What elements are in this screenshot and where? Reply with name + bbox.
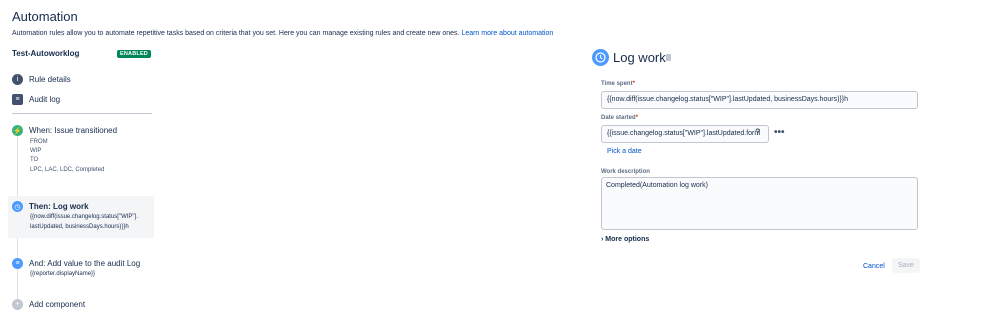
timeline-line-3 xyxy=(17,269,18,300)
learn-more-link[interactable]: Learn more about automation xyxy=(461,30,553,37)
date-started-label-text: Date started xyxy=(601,115,636,121)
timeline-line-1 xyxy=(17,136,18,199)
and-title: And: Add value to the audit Log xyxy=(29,259,141,268)
status-badge: ENABLED xyxy=(117,50,151,58)
date-started-label: Date started* xyxy=(601,115,638,121)
and-line-1: {{reporter.displayName}} xyxy=(30,271,96,277)
time-spent-label-text: Time spent xyxy=(601,81,633,87)
page-description-text: Automation rules allow you to automate r… xyxy=(12,30,462,37)
save-button[interactable]: Save xyxy=(892,258,920,273)
rule-name: Test-Autoworklog xyxy=(12,49,80,58)
work-description-field[interactable]: Completed(Automation log work) xyxy=(601,177,918,230)
more-options-label: More options xyxy=(605,236,650,243)
trash-icon[interactable] xyxy=(666,54,671,61)
list-icon: ≡ xyxy=(12,94,23,105)
when-title: When: Issue transitioned xyxy=(29,126,118,135)
audit-log-label: Audit log xyxy=(29,95,61,104)
sidebar-item-audit-log[interactable]: ≡ Audit log xyxy=(12,94,60,105)
then-line-1: {{now.diff(issue.changelog.status["WIP"]… xyxy=(30,214,138,220)
pick-a-date-link[interactable]: Pick a date xyxy=(607,148,642,155)
time-spent-input[interactable]: {{now.diff(issue.changelog.status["WIP"]… xyxy=(601,91,918,109)
more-actions-button[interactable]: ••• xyxy=(774,127,785,138)
add-component-label: Add component xyxy=(29,300,86,309)
plus-icon: + xyxy=(12,299,23,310)
rule-details-label: Rule details xyxy=(29,75,71,84)
lightning-icon: ⚡ xyxy=(12,125,23,136)
panel-clock-icon xyxy=(592,49,609,66)
info-icon: i xyxy=(12,74,23,85)
page-title: Automation xyxy=(12,9,78,24)
clock-icon: ◷ xyxy=(12,201,23,212)
chevron-right-icon: › xyxy=(601,236,604,243)
sidebar-item-rule-details[interactable]: i Rule details xyxy=(12,74,71,85)
document-icon: ≡ xyxy=(12,258,23,269)
when-to-value: LPC, LAC, LDC, Completed xyxy=(30,167,105,173)
help-icon[interactable]: ? xyxy=(755,127,761,137)
when-to-label: TO xyxy=(30,157,39,163)
cancel-button[interactable]: Cancel xyxy=(859,260,889,273)
panel-title: Log work xyxy=(613,50,666,65)
sidebar-divider xyxy=(12,113,152,114)
page-description: Automation rules allow you to automate r… xyxy=(12,30,553,37)
required-mark: * xyxy=(635,115,639,121)
more-options-toggle[interactable]: › More options xyxy=(601,236,649,243)
then-line-2: lastUpdated, businessDays.hours)}}h xyxy=(30,224,129,230)
date-started-input[interactable]: {{issue.changelog.status["WIP"].lastUpda… xyxy=(601,125,769,143)
required-mark: * xyxy=(632,81,635,87)
time-spent-label: Time spent* xyxy=(601,81,635,87)
work-description-label: Work description xyxy=(601,169,650,175)
then-title: Then: Log work xyxy=(29,202,89,211)
